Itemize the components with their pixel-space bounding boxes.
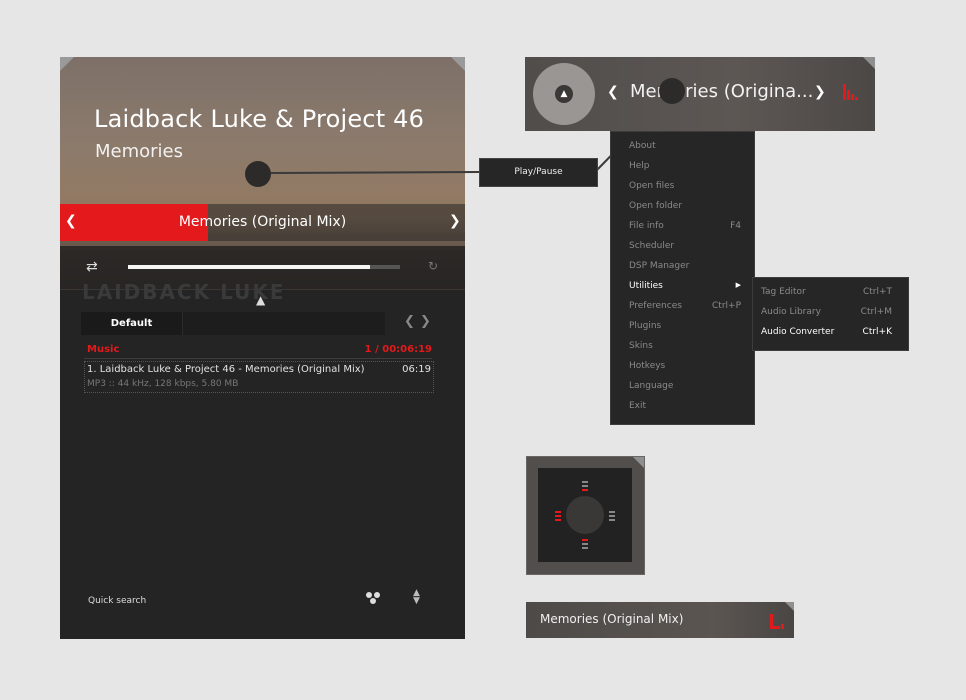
menu-item-label: Help: [629, 161, 650, 171]
menu-item-label: Utilities: [629, 281, 663, 291]
next-track-button[interactable]: ❯: [814, 84, 826, 100]
menu-item-label: Plugins: [629, 321, 662, 331]
submenu-item-shortcut: Ctrl+T: [862, 287, 892, 297]
left-marker: [555, 511, 561, 513]
bottom-marker: [582, 539, 588, 541]
menu-item-plugins[interactable]: Plugins: [629, 321, 741, 331]
menu-item-file-info[interactable]: File info F4: [629, 221, 741, 231]
play-pause-callout: Play/Pause: [479, 158, 598, 187]
right-marker: [609, 519, 615, 521]
menu-item-language[interactable]: Language: [629, 381, 741, 391]
mini-player-bar: ▲ ❮ Memories (Origina... ❯: [525, 57, 875, 131]
corner-fold: [785, 602, 794, 611]
menu-item-label: DSP Manager: [629, 261, 690, 271]
play-pause-hotspot[interactable]: [659, 78, 685, 104]
menu-item-label: Open folder: [629, 201, 683, 211]
right-marker: [609, 511, 615, 513]
tiny-player-bar: Memories (Original Mix): [526, 602, 794, 638]
eject-icon[interactable]: ▲: [555, 85, 573, 103]
menu-item-open-files[interactable]: Open files: [629, 181, 741, 191]
submenu-item-tag-editor[interactable]: Tag Editor Ctrl+T: [761, 287, 892, 297]
menu-item-label: About: [629, 141, 656, 151]
previous-track-button[interactable]: ❮: [607, 84, 619, 100]
menu-item-label: Hotkeys: [629, 361, 666, 371]
menu-item-skins[interactable]: Skins: [629, 341, 741, 351]
menu-item-preferences[interactable]: Preferences Ctrl+P: [629, 301, 741, 311]
top-marker: [582, 489, 588, 491]
menu-item-exit[interactable]: Exit: [629, 401, 741, 411]
menu-item-dsp-manager[interactable]: DSP Manager: [629, 261, 741, 271]
submenu-item-audio-converter[interactable]: Audio Converter Ctrl+K: [761, 327, 892, 337]
menu-item-label: File info: [629, 221, 664, 231]
menu-item-about[interactable]: About: [629, 141, 741, 151]
submenu-item-shortcut: Ctrl+K: [862, 327, 892, 337]
tiny-track-title: Memories (Original Mix): [540, 612, 684, 626]
menu-item-label: Language: [629, 381, 674, 391]
album-art-circle[interactable]: ▲: [533, 63, 595, 125]
menu-item-shortcut: Ctrl+P: [712, 301, 741, 311]
right-marker: [609, 515, 615, 517]
menu-item-label: Open files: [629, 181, 675, 191]
menu-item-label: Scheduler: [629, 241, 675, 251]
left-marker: [555, 515, 561, 517]
utilities-submenu: Tag Editor Ctrl+T Audio Library Ctrl+M Audio…: [752, 277, 909, 351]
menu-item-label: Skins: [629, 341, 653, 351]
menu-item-label: Exit: [629, 401, 647, 411]
menu-item-scheduler[interactable]: Scheduler: [629, 241, 741, 251]
compact-player-square: [526, 456, 645, 575]
equalizer-icon[interactable]: [770, 614, 784, 629]
submenu-item-label: Audio Converter: [761, 327, 835, 337]
submenu-item-label: Audio Library: [761, 307, 821, 317]
play-pause-button[interactable]: [566, 496, 604, 534]
equalizer-icon[interactable]: [843, 84, 858, 100]
submenu-item-audio-library[interactable]: Audio Library Ctrl+M: [761, 307, 892, 317]
left-marker: [555, 519, 561, 521]
top-marker: [582, 481, 588, 483]
top-marker: [582, 485, 588, 487]
menu-item-shortcut: F4: [730, 221, 741, 231]
compact-control-pad: [538, 468, 632, 562]
menu-item-utilities[interactable]: Utilities ▶: [629, 281, 741, 291]
corner-fold: [633, 457, 644, 468]
corner-fold: [863, 57, 875, 69]
menu-item-help[interactable]: Help: [629, 161, 741, 171]
context-menu: About Help Open files Open folder File info F…: [610, 131, 755, 425]
menu-item-open-folder[interactable]: Open folder: [629, 201, 741, 211]
bottom-marker: [582, 547, 588, 549]
submenu-arrow-icon: ▶: [735, 281, 741, 289]
menu-item-hotkeys[interactable]: Hotkeys: [629, 361, 741, 371]
menu-item-label: Preferences: [629, 301, 682, 311]
submenu-item-shortcut: Ctrl+M: [860, 307, 892, 317]
submenu-item-label: Tag Editor: [761, 287, 806, 297]
mini-track-title: Memories (Origina...: [630, 81, 814, 102]
bottom-marker: [582, 543, 588, 545]
